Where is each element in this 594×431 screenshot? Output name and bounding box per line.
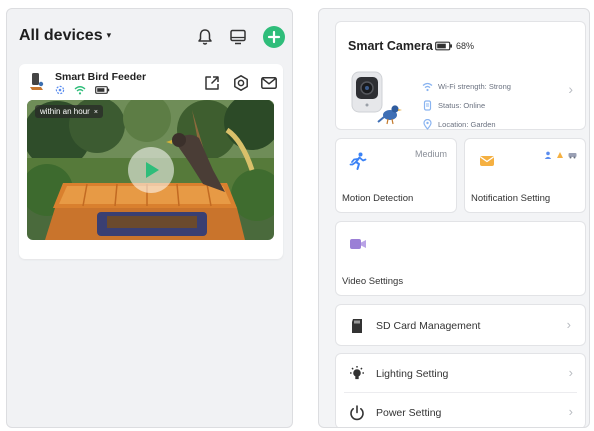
person-icon <box>544 151 552 159</box>
caret-down-icon: ▾ <box>106 30 112 40</box>
vehicle-icon <box>568 153 577 159</box>
battery-icon <box>435 41 452 51</box>
settings-icon[interactable] <box>232 74 250 92</box>
share-icon[interactable] <box>203 74 221 92</box>
motion-sensor-icon <box>55 85 65 95</box>
close-icon[interactable]: × <box>94 109 98 116</box>
sd-card-icon <box>352 319 362 333</box>
camera-info-card[interactable]: Smart Camera 68% Wi-Fi strength: Strong … <box>335 21 586 130</box>
video-timestamp-text: within an hour <box>40 107 90 116</box>
power-setting-row[interactable]: Power Setting › <box>336 393 587 427</box>
video-settings-tile[interactable]: Video Settings <box>335 221 586 296</box>
video-settings-label: Video Settings <box>342 276 404 287</box>
chevron-right-icon: › <box>568 404 573 419</box>
chevron-right-icon: › <box>568 81 573 97</box>
devices-header: All devices ▾ <box>19 21 285 51</box>
sd-card-management-label: SD Card Management <box>376 320 481 332</box>
device-name: Smart Bird Feeder <box>55 71 147 83</box>
wifi-strength-row: Wi-Fi strength: Strong <box>422 81 542 100</box>
device-card[interactable]: Smart Bird Feeder within an hour × <box>19 64 283 259</box>
camera-info-list: Wi-Fi strength: Strong Status: Online Lo… <box>422 81 542 138</box>
motion-sensitivity-value: Medium <box>414 149 447 159</box>
live-video-preview[interactable]: within an hour × <box>27 100 274 240</box>
all-devices-label: All devices <box>19 27 103 44</box>
mail-icon[interactable] <box>260 74 278 92</box>
sd-card-management-row[interactable]: SD Card Management › <box>335 304 586 346</box>
power-setting-label: Power Setting <box>376 407 442 419</box>
notification-channel-icons <box>544 151 577 159</box>
power-icon <box>350 405 364 421</box>
play-icon <box>146 162 159 178</box>
lighting-setting-row[interactable]: Lighting Setting › <box>336 354 587 392</box>
chevron-right-icon: › <box>566 317 571 332</box>
add-device-button[interactable] <box>263 26 285 48</box>
notification-icon <box>480 156 494 166</box>
light-bulb-icon <box>350 366 364 380</box>
battery-icon <box>95 86 110 94</box>
wifi-strength-text: Wi-Fi strength: Strong <box>438 82 511 91</box>
lighting-setting-label: Lighting Setting <box>376 368 449 380</box>
alert-icon <box>557 152 563 158</box>
location-text: Location: Garden <box>438 120 496 129</box>
status-icon <box>423 100 432 111</box>
wifi-icon <box>422 82 433 92</box>
video-camera-icon <box>350 239 366 249</box>
lighting-power-group: Lighting Setting › Power Setting › <box>335 353 587 427</box>
video-timestamp-tag: within an hour × <box>35 105 103 118</box>
motion-detection-icon <box>349 152 367 170</box>
location-row: Location: Garden <box>422 119 542 138</box>
devices-panel: All devices ▾ Smart Bird Feeder within a… <box>6 8 293 428</box>
plus-icon <box>267 30 281 44</box>
chevron-right-icon: › <box>568 365 573 380</box>
monitor-icon[interactable] <box>228 27 248 47</box>
all-devices-dropdown[interactable]: All devices ▾ <box>19 27 111 45</box>
notification-setting-tile[interactable]: Notification Setting <box>464 138 586 213</box>
battery-percentage: 68% <box>456 41 475 51</box>
status-text: Status: Online <box>438 101 486 110</box>
notification-setting-label: Notification Setting <box>471 193 551 204</box>
location-pin-icon <box>423 119 432 130</box>
status-row: Status: Online <box>422 100 542 119</box>
wifi-icon <box>74 86 86 95</box>
camera-device-image <box>351 71 402 125</box>
motion-detection-label: Motion Detection <box>342 193 414 204</box>
device-status-icons <box>55 85 110 95</box>
bell-icon[interactable] <box>195 27 215 47</box>
camera-title: Smart Camera <box>348 39 433 53</box>
motion-detection-tile[interactable]: Medium Motion Detection <box>335 138 457 213</box>
camera-settings-panel: Smart Camera 68% Wi-Fi strength: Strong … <box>318 8 590 428</box>
play-button[interactable] <box>128 147 174 193</box>
bird-feeder-thumbnail-icon <box>30 73 44 90</box>
